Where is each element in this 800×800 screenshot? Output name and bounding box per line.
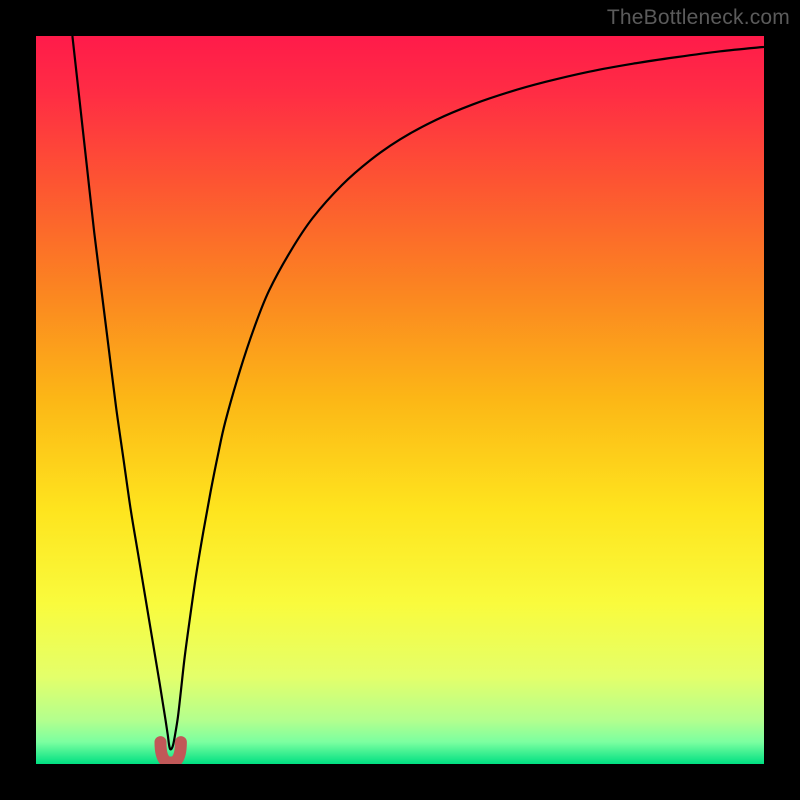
chart-plot (36, 36, 764, 764)
watermark-text: TheBottleneck.com (607, 6, 790, 30)
chart-background (36, 36, 764, 764)
chart-frame: TheBottleneck.com (0, 0, 800, 800)
